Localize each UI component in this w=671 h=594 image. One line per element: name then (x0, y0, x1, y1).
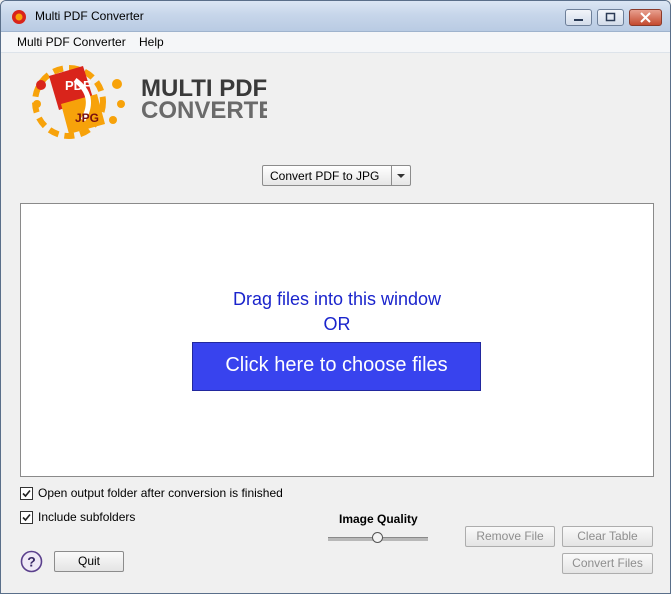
chevron-down-icon (397, 174, 405, 178)
app-icon (12, 10, 26, 24)
or-separator: OR (323, 314, 351, 334)
remove-file-button[interactable]: Remove File (465, 526, 555, 547)
drag-instructions: Drag files into this window (232, 289, 442, 309)
open-output-checkbox[interactable] (20, 487, 33, 500)
choose-files-button[interactable]: Click here to choose files (192, 342, 481, 391)
close-icon (640, 12, 651, 23)
close-button[interactable] (629, 9, 662, 26)
include-subfolders-checkbox[interactable] (20, 511, 33, 524)
file-drop-area[interactable]: Drag files into this window OR Click her… (20, 203, 654, 477)
clear-table-button[interactable]: Clear Table (562, 526, 653, 547)
app-window: Multi PDF Converter Multi PDF Converter … (0, 0, 671, 594)
checkmark-icon (22, 513, 31, 522)
conversion-mode-select[interactable]: Convert PDF to JPG (262, 165, 411, 186)
title-bar: Multi PDF Converter (1, 1, 670, 32)
menu-help[interactable]: Help (139, 35, 164, 49)
quit-button[interactable]: Quit (54, 551, 124, 572)
image-quality-label: Image Quality (339, 512, 418, 526)
window-title: Multi PDF Converter (35, 9, 144, 23)
minimize-button[interactable] (565, 9, 592, 26)
maximize-icon (605, 12, 616, 22)
help-icon: ? (27, 554, 36, 570)
help-button[interactable]: ? (20, 550, 43, 573)
conversion-mode-value: Convert PDF to JPG (270, 169, 380, 183)
dropdown-arrow[interactable] (391, 166, 410, 185)
logo-title-line2: CONVERTER (141, 97, 267, 124)
slider-thumb[interactable] (372, 531, 383, 544)
convert-files-button[interactable]: Convert Files (562, 553, 653, 574)
logo-badge-pdf: PDF (65, 78, 91, 93)
checkmark-icon (22, 489, 31, 498)
include-subfolders-label: Include subfolders (38, 510, 136, 524)
open-output-label: Open output folder after conversion is f… (38, 486, 283, 500)
maximize-button[interactable] (597, 9, 624, 26)
app-logo: PDF JPG MULTI PDF CONVERTER (32, 65, 267, 139)
menu-multi-pdf-converter[interactable]: Multi PDF Converter (17, 35, 126, 49)
logo-badge-jpg: JPG (75, 111, 99, 125)
minimize-icon (574, 19, 583, 21)
menu-bar: Multi PDF Converter Help (1, 32, 670, 53)
